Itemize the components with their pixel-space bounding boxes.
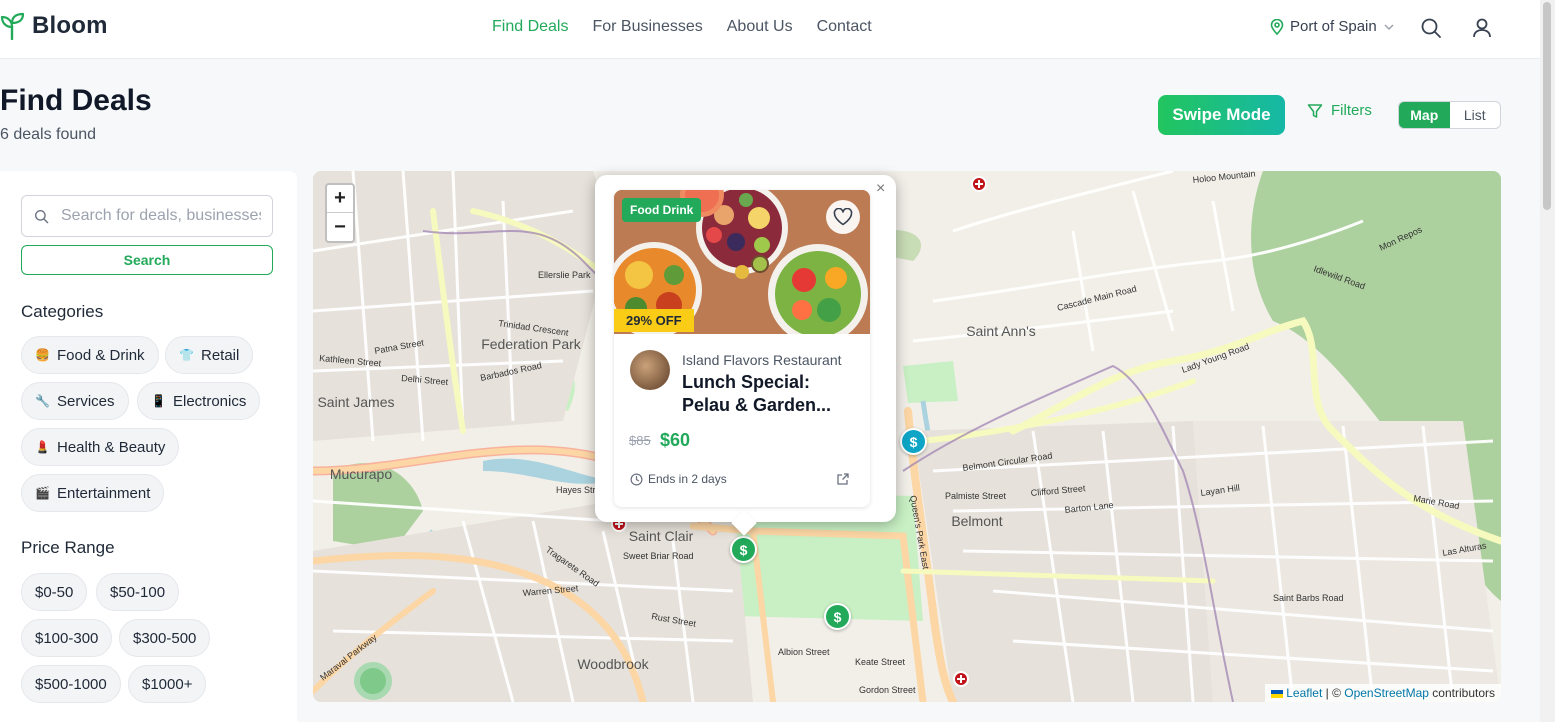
category-retail[interactable]: 👕 Retail [165, 336, 254, 374]
leaflet-link[interactable]: Leaflet [1286, 686, 1322, 700]
map-label-mucurapo: Mucurapo [330, 466, 392, 482]
map-label-woodbrook: Woodbrook [577, 656, 649, 672]
deal-expiry: Ends in 2 days [630, 472, 727, 486]
view-toggle: Map List [1398, 101, 1501, 129]
map-label-albion-street: Albion Street [778, 647, 830, 657]
nav-contact[interactable]: Contact [817, 18, 872, 36]
deal-title: Lunch Special: Pelau & Garden... [682, 372, 832, 415]
attribution-separator: | © [1322, 686, 1345, 700]
category-badge: Food Drink [622, 198, 702, 222]
filters-button[interactable]: Filters [1307, 102, 1372, 119]
category-label: Electronics [173, 392, 247, 410]
scrollbar-thumb[interactable] [1543, 2, 1551, 210]
category-electronics[interactable]: 📱 Electronics [137, 382, 261, 420]
map-label-ellerslie-park: Ellerslie Park [538, 270, 591, 280]
category-label: Entertainment [57, 484, 151, 502]
wrench-icon: 🔧 [35, 394, 50, 408]
clock-icon [630, 473, 643, 485]
nav-find-deals[interactable]: Find Deals [492, 18, 568, 36]
deal-pin[interactable]: $ [824, 603, 851, 630]
zoom-in-button[interactable]: + [327, 185, 353, 213]
deal-pin[interactable]: $ [730, 536, 757, 563]
price-range-heading: Price Range [21, 538, 115, 557]
nav-about-us[interactable]: About Us [727, 18, 793, 36]
filter-sidebar: Search Categories 🍔Food & Drink 👕Retail … [0, 171, 297, 722]
category-label: Health & Beauty [57, 438, 166, 456]
map-label-belmont: Belmont [951, 513, 1002, 529]
chevron-down-icon [1384, 23, 1394, 30]
attribution-tail: contributors [1428, 686, 1495, 700]
category-label: Food & Drink [57, 346, 145, 364]
logo[interactable]: Bloom [0, 12, 108, 40]
business-name: Island Flavors Restaurant [682, 352, 842, 368]
map-label-saint-anns: Saint Ann's [966, 323, 1036, 339]
category-health-beauty[interactable]: 💄 Health & Beauty [21, 428, 180, 466]
search-icon [34, 209, 49, 223]
page-title: Find Deals [0, 84, 152, 117]
discount-badge: 29% OFF [614, 309, 694, 332]
category-entertainment[interactable]: 🎬 Entertainment [21, 474, 165, 512]
price-100-300[interactable]: $100-300 [21, 619, 113, 657]
phone-icon: 📱 [151, 394, 166, 408]
search-box [21, 195, 273, 237]
zoom-control: + − [325, 183, 355, 243]
map-label-palmiste-street: Palmiste Street [945, 491, 1007, 501]
map-label-saint-clair: Saint Clair [629, 528, 694, 544]
burger-icon: 🍔 [35, 348, 50, 362]
map-label-saint-barbs-road: Saint Barbs Road [1273, 593, 1344, 603]
favorite-button[interactable] [826, 200, 860, 234]
deal-count: 6 deals found [0, 126, 97, 143]
osm-link[interactable]: OpenStreetMap [1344, 686, 1429, 700]
deal-pin-selected[interactable]: $ [900, 428, 927, 455]
location-label: Port of Spain [1290, 18, 1377, 35]
filter-icon [1307, 103, 1323, 118]
top-nav-bar: Bloom Find Deals For Businesses About Us… [0, 0, 1540, 59]
map-view-button[interactable]: Map [1399, 102, 1450, 128]
price-500-1000[interactable]: $500-1000 [21, 665, 121, 703]
deal-image: Food Drink 29% OFF [614, 190, 870, 334]
ukraine-flag-icon [1270, 689, 1283, 698]
price-300-500[interactable]: $300-500 [119, 619, 211, 657]
page-scrollbar[interactable] [1540, 0, 1555, 722]
expiry-text: Ends in 2 days [648, 472, 727, 486]
filters-label: Filters [1331, 102, 1372, 119]
map-pin-icon [1270, 18, 1284, 35]
deal-price: $60 [660, 430, 691, 450]
user-icon[interactable] [1470, 16, 1494, 40]
category-label: Services [57, 392, 115, 410]
category-food-drink[interactable]: 🍔 Food & Drink [21, 336, 159, 374]
lipstick-icon: 💄 [35, 440, 50, 454]
search-button[interactable]: Search [21, 245, 273, 275]
zoom-out-button[interactable]: − [327, 213, 353, 241]
heart-icon [833, 208, 853, 226]
logo-text: Bloom [32, 12, 108, 39]
swipe-mode-button[interactable]: Swipe Mode [1158, 95, 1285, 135]
price-1000-plus[interactable]: $1000+ [128, 665, 207, 703]
map-attribution: Leaflet | © OpenStreetMap contributors [1264, 684, 1501, 702]
main-nav: Find Deals For Businesses About Us Conta… [492, 18, 872, 36]
list-view-button[interactable]: List [1450, 102, 1501, 128]
deal-card[interactable]: Food Drink 29% OFF Island Flavors Restau… [614, 190, 870, 507]
map-label-keate-street: Keate Street [855, 657, 906, 667]
nav-for-businesses[interactable]: For Businesses [592, 18, 702, 36]
map-label-federation-park: Federation Park [481, 336, 582, 352]
categories-heading: Categories [21, 302, 104, 321]
shirt-icon: 👕 [179, 348, 194, 362]
sprout-icon [0, 12, 25, 40]
map-label-sweet-briar-road: Sweet Briar Road [623, 551, 694, 561]
category-services[interactable]: 🔧 Services [21, 382, 129, 420]
popup-close-button[interactable]: × [876, 180, 885, 198]
clapper-icon: 🎬 [35, 486, 50, 500]
search-icon[interactable] [1419, 16, 1443, 40]
map-label-saint-james: Saint James [317, 394, 394, 410]
external-link-icon[interactable] [836, 472, 850, 486]
price-0-50[interactable]: $0-50 [21, 573, 88, 611]
price-50-100[interactable]: $50-100 [96, 573, 180, 611]
map-label-gordon-street: Gordon Street [859, 685, 916, 695]
search-input[interactable] [61, 207, 261, 225]
original-price: $85 [629, 433, 651, 448]
category-label: Retail [201, 346, 240, 364]
business-avatar [630, 350, 670, 390]
location-selector[interactable]: Port of Spain [1270, 18, 1395, 35]
